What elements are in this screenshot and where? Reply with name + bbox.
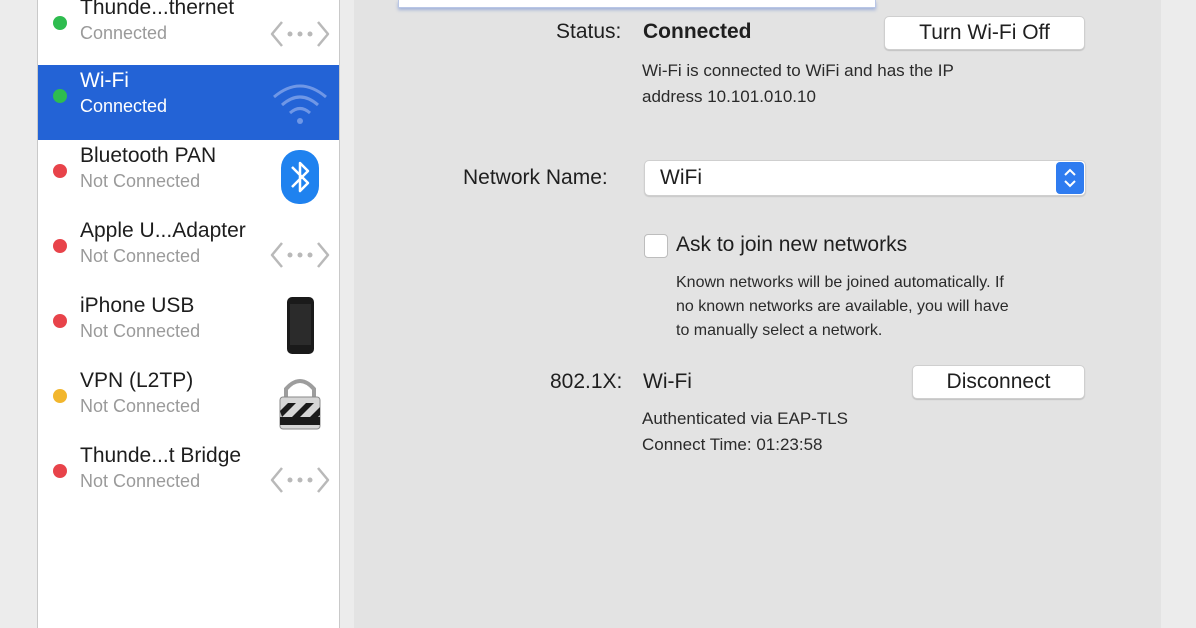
service-status: Not Connected (80, 246, 201, 266)
service-item-iphone-usb[interactable]: iPhone USB Not Connected (38, 290, 339, 365)
service-status: Not Connected (80, 471, 201, 491)
disconnect-button[interactable]: Disconnect (912, 365, 1085, 399)
service-item-apple-usb-adapter[interactable]: Apple U...Adapter Not Connected (38, 215, 339, 290)
status-dot-not-connected (53, 314, 67, 328)
auth-line: Authenticated via EAP-TLS (642, 409, 849, 428)
service-name: Thunde...t Bridge (80, 444, 242, 467)
ethernet-arrows-icon (270, 21, 330, 47)
network-name-label: Network Name: (463, 166, 608, 189)
status-dot-vpn (53, 389, 67, 403)
status-label: Status: (556, 20, 622, 43)
ask-join-checkbox[interactable] (644, 234, 668, 258)
wifi-icon (273, 84, 327, 124)
service-status: Not Connected (80, 171, 201, 191)
service-status: Connected (80, 96, 168, 116)
ethernet-arrows-icon (270, 467, 330, 493)
service-status: Not Connected (80, 396, 201, 416)
status-dot-not-connected (53, 164, 67, 178)
network-name-select[interactable]: WiFi (644, 160, 1086, 196)
up-down-chevron-icon (1056, 162, 1084, 194)
service-name: VPN (L2TP) (80, 369, 194, 392)
service-item-wifi[interactable]: Wi-Fi Connected (38, 65, 339, 140)
service-name: Apple U...Adapter (80, 219, 246, 242)
status-dot-connected (53, 89, 67, 103)
window-edge (1161, 0, 1196, 628)
status-dot-not-connected (53, 464, 67, 478)
ethernet-arrows-icon (270, 242, 330, 268)
service-name: Wi-Fi (80, 69, 129, 92)
help-line: to manually select a network. (676, 322, 883, 339)
service-list: Thunde...thernet Connected Wi-Fi Connect… (37, 0, 340, 628)
service-item-thunderbolt-bridge[interactable]: Thunde...t Bridge Not Connected (38, 440, 339, 515)
connect-time-line: Connect Time: 01:23:58 (642, 435, 823, 454)
ask-join-help: Known networks will be joined automatica… (676, 271, 1009, 343)
service-name: Bluetooth PAN (80, 144, 217, 167)
iphone-icon (287, 297, 314, 354)
service-status: Not Connected (80, 321, 201, 341)
status-detail-line: address 10.101.010.10 (642, 87, 816, 106)
service-name: Thunde...thernet (80, 0, 235, 19)
service-name: iPhone USB (80, 294, 195, 317)
vpn-lock-icon (279, 379, 321, 430)
turn-wifi-off-button[interactable]: Turn Wi-Fi Off (884, 16, 1085, 50)
help-line: no known networks are available, you wil… (676, 298, 1009, 315)
service-item-bluetooth-pan[interactable]: Bluetooth PAN Not Connected (38, 140, 339, 215)
dot1x-value: Wi-Fi (643, 370, 692, 393)
dot1x-label: 802.1X: (550, 370, 623, 393)
location-popup-edge[interactable] (398, 0, 876, 8)
status-detail: Wi-Fi is connected to WiFi and has the I… (642, 58, 954, 110)
network-name-value: WiFi (660, 166, 702, 189)
bluetooth-icon (281, 150, 319, 204)
service-item-thunderbolt-ethernet[interactable]: Thunde...thernet Connected (38, 0, 339, 67)
help-line: Known networks will be joined automatica… (676, 274, 1004, 291)
status-detail-line: Wi-Fi is connected to WiFi and has the I… (642, 61, 954, 80)
service-status: Connected (80, 23, 168, 43)
status-dot-connected (53, 16, 67, 30)
service-item-vpn-l2tp[interactable]: VPN (L2TP) Not Connected (38, 365, 339, 440)
status-value: Connected (643, 20, 752, 43)
dot1x-detail: Authenticated via EAP-TLS Connect Time: … (642, 406, 848, 458)
wifi-detail-pane: Status: Connected Turn Wi-Fi Off Wi-Fi i… (354, 0, 1161, 628)
ask-join-label[interactable]: Ask to join new networks (676, 233, 907, 257)
status-dot-not-connected (53, 239, 67, 253)
